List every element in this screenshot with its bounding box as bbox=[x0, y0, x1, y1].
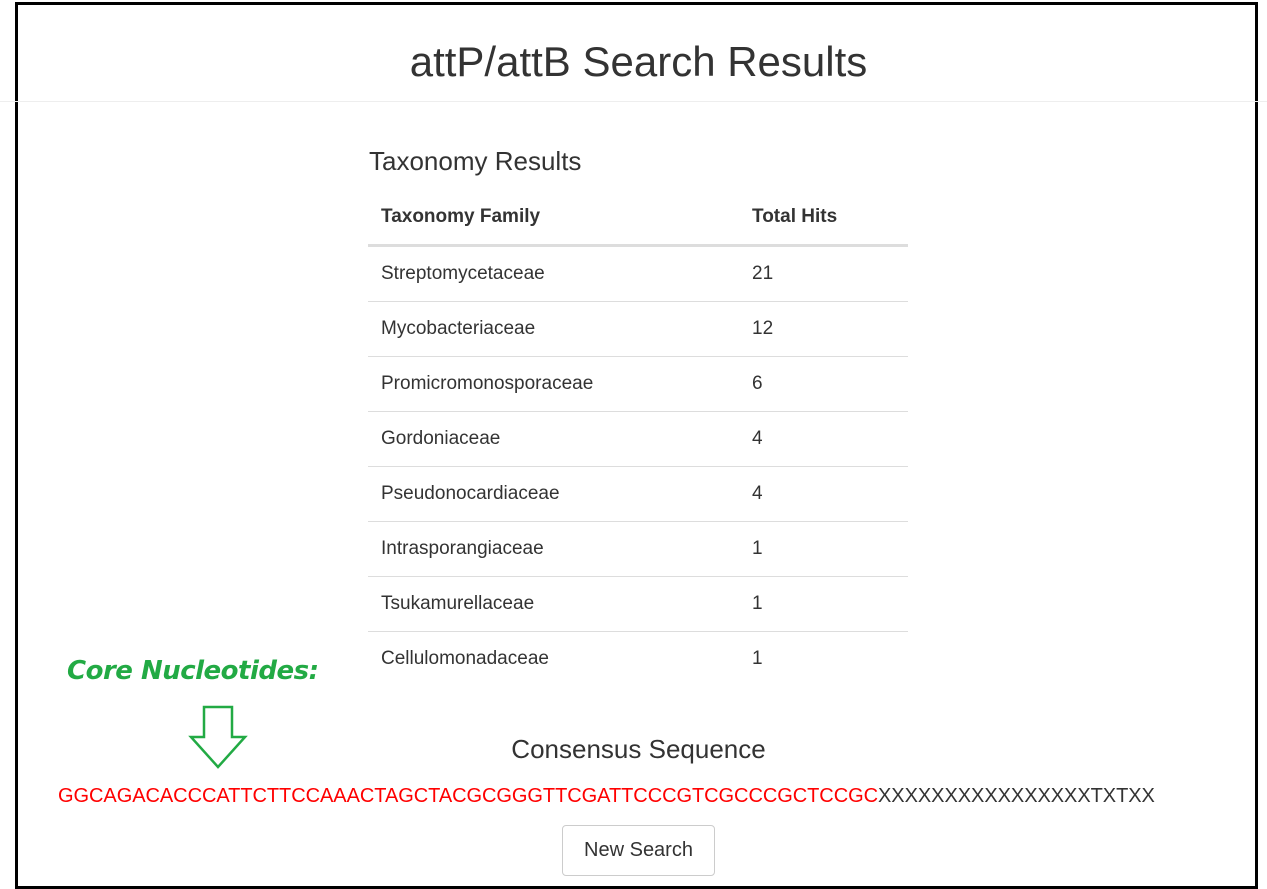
table-header: Taxonomy Family Total Hits bbox=[368, 190, 908, 247]
taxonomy-family-cell: Mycobacteriaceae bbox=[368, 301, 739, 357]
total-hits-cell: 6 bbox=[739, 356, 908, 412]
sequence-core-nucleotides: GGCAGACACCCATTCTTCCAAACTAGCTACGCGGGTTCGA… bbox=[58, 785, 878, 807]
total-hits-cell: 1 bbox=[739, 631, 908, 686]
table-body: Streptomycetaceae 21 Mycobacteriaceae 12… bbox=[368, 246, 908, 686]
table-row: Cellulomonadaceae 1 bbox=[368, 631, 908, 686]
table-row: Promicromonosporaceae 6 bbox=[368, 356, 908, 412]
total-hits-cell: 1 bbox=[739, 576, 908, 632]
core-nucleotides-label: Core Nucleotides: bbox=[67, 656, 319, 686]
page-title: attP/attB Search Results bbox=[409, 38, 868, 85]
taxonomy-family-cell: Intrasporangiaceae bbox=[368, 521, 739, 577]
page-header: attP/attB Search Results bbox=[0, 0, 1267, 102]
taxonomy-family-cell: Promicromonosporaceae bbox=[368, 356, 739, 412]
table-row: Tsukamurellaceae 1 bbox=[368, 576, 908, 632]
sequence-remainder: XXXXXXXXXXXXXXXXTXTXX bbox=[878, 785, 1155, 807]
taxonomy-table: Taxonomy Family Total Hits Streptomyceta… bbox=[368, 190, 908, 686]
table-header-row: Taxonomy Family Total Hits bbox=[368, 190, 908, 247]
total-hits-cell: 4 bbox=[739, 466, 908, 522]
taxonomy-family-cell: Cellulomonadaceae bbox=[368, 631, 739, 686]
consensus-sequence-title: Consensus Sequence bbox=[511, 734, 766, 764]
total-hits-cell: 21 bbox=[752, 263, 774, 284]
table-row: Streptomycetaceae 21 bbox=[368, 246, 908, 302]
table-row: Intrasporangiaceae 1 bbox=[368, 521, 908, 577]
total-hits-cell: 12 bbox=[739, 301, 908, 357]
taxonomy-family-cell: Streptomycetaceae bbox=[381, 263, 545, 284]
column-header-family: Taxonomy Family bbox=[368, 190, 739, 247]
taxonomy-family-cell: Pseudonocardiaceae bbox=[368, 466, 739, 522]
table-row: Gordoniaceae 4 bbox=[368, 411, 908, 467]
table-row: Pseudonocardiaceae 4 bbox=[368, 466, 908, 522]
taxonomy-family-cell: Tsukamurellaceae bbox=[368, 576, 739, 632]
table-row: Mycobacteriaceae 12 bbox=[368, 301, 908, 357]
column-header-hits: Total Hits bbox=[739, 190, 908, 247]
new-search-button[interactable]: New Search bbox=[562, 825, 715, 876]
consensus-sequence: GGCAGACACCCATTCTTCCAAACTAGCTACGCGGGTTCGA… bbox=[58, 783, 1155, 809]
taxonomy-family-cell: Gordoniaceae bbox=[368, 411, 739, 467]
total-hits-cell: 1 bbox=[739, 521, 908, 577]
taxonomy-results-title: Taxonomy Results bbox=[369, 146, 582, 176]
total-hits-cell: 4 bbox=[739, 411, 908, 467]
